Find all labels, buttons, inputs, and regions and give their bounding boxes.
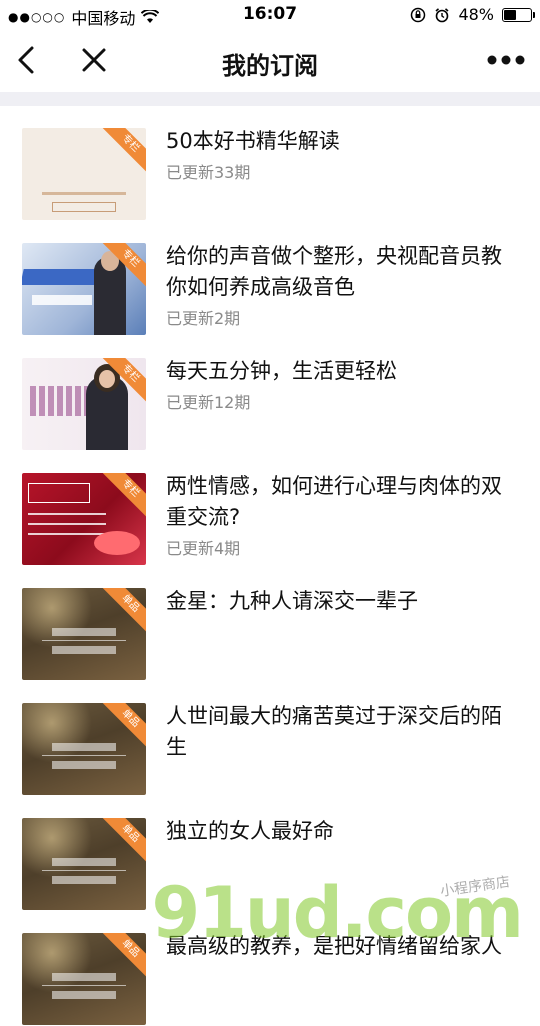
thumbnail-graphic <box>52 858 116 866</box>
list-item[interactable]: 专栏 每天五分钟，生活更轻松已更新12期 <box>0 336 540 451</box>
list-item[interactable]: 专栏 给你的声音做个整形，央视配音员教你如何养成高级音色已更新2期 <box>0 221 540 336</box>
thumbnail-graphic <box>52 743 116 751</box>
nav-bar: 我的订阅 <box>0 30 540 92</box>
item-title: 两性情感，如何进行心理与肉体的双重交流? <box>166 474 502 529</box>
item-thumbnail: 专栏 <box>22 128 146 220</box>
thumbnail-graphic <box>42 640 126 641</box>
thumbnail-graphic <box>52 202 116 212</box>
list-item[interactable]: 单品 人世间最大的痛苦莫过于深交后的陌生 <box>0 681 540 796</box>
item-badge: 单品 <box>101 933 146 978</box>
item-badge: 单品 <box>101 818 146 863</box>
thumbnail-graphic <box>52 628 116 636</box>
item-thumbnail: 专栏 <box>22 358 146 450</box>
battery-level <box>504 9 516 20</box>
item-thumbnail: 单品 <box>22 588 146 680</box>
list-item[interactable]: 专栏 两性情感，如何进行心理与肉体的双重交流? 已更新4期 <box>0 451 540 566</box>
thumbnail-graphic <box>42 192 126 195</box>
item-title: 给你的声音做个整形，央视配音员教你如何养成高级音色 <box>166 244 502 299</box>
thumbnail-graphic <box>28 513 106 535</box>
battery-percent: 48% <box>458 5 494 24</box>
watermark-logo: 91ud.com <box>151 872 524 954</box>
thumbnail-graphic <box>52 876 116 884</box>
status-bar: ●●○○○ 中国移动 16:07 48% <box>0 0 540 30</box>
status-right: 48% <box>410 5 535 24</box>
item-update-count: 已更新12期 <box>166 393 251 412</box>
more-options-icon[interactable] <box>486 50 526 70</box>
page-title: 我的订阅 <box>222 52 318 80</box>
thumbnail-graphic <box>52 761 116 769</box>
item-badge: 单品 <box>101 588 146 633</box>
item-thumbnail: 单品 <box>22 933 146 1025</box>
item-badge: 专栏 <box>101 473 146 518</box>
rotation-lock-icon <box>411 7 426 22</box>
thumbnail-graphic <box>32 295 92 305</box>
thumbnail-graphic <box>22 588 92 648</box>
thumbnail-graphic <box>42 985 126 986</box>
thumbnail-graphic <box>52 646 116 654</box>
thumbnail-graphic <box>42 755 126 756</box>
item-thumbnail: 单品 <box>22 703 146 795</box>
item-title: 金星：九种人请深交一辈子 <box>166 589 418 613</box>
item-thumbnail: 专栏 <box>22 473 146 565</box>
item-update-count: 已更新2期 <box>166 309 241 328</box>
thumbnail-graphic <box>52 973 116 981</box>
thumbnail-graphic <box>22 703 92 763</box>
item-badge: 专栏 <box>101 128 146 173</box>
item-update-count: 已更新4期 <box>166 539 241 558</box>
thumbnail-graphic <box>22 933 92 993</box>
item-title: 独立的女人最好命 <box>166 819 334 843</box>
thumbnail-graphic <box>30 386 92 416</box>
thumbnail-graphic <box>28 483 90 503</box>
item-title: 50本好书精华解读 <box>166 129 340 153</box>
item-title: 人世间最大的痛苦莫过于深交后的陌生 <box>166 704 502 759</box>
alarm-icon <box>435 7 449 22</box>
item-badge: 单品 <box>101 703 146 748</box>
item-thumbnail: 单品 <box>22 818 146 910</box>
thumbnail-graphic <box>94 531 140 555</box>
list-item[interactable]: 专栏 50本好书精华解读已更新33期 <box>0 106 540 221</box>
thumbnail-graphic <box>42 870 126 871</box>
thumbnail-graphic <box>22 818 92 878</box>
item-thumbnail: 专栏 <box>22 243 146 335</box>
list-item[interactable]: 单品 金星：九种人请深交一辈子 <box>0 566 540 681</box>
battery-icon <box>502 7 535 22</box>
item-title: 每天五分钟，生活更轻松 <box>166 359 397 383</box>
thumbnail-graphic <box>99 370 115 388</box>
item-update-count: 已更新33期 <box>166 163 251 182</box>
header-divider <box>0 92 540 106</box>
thumbnail-graphic <box>52 991 116 999</box>
